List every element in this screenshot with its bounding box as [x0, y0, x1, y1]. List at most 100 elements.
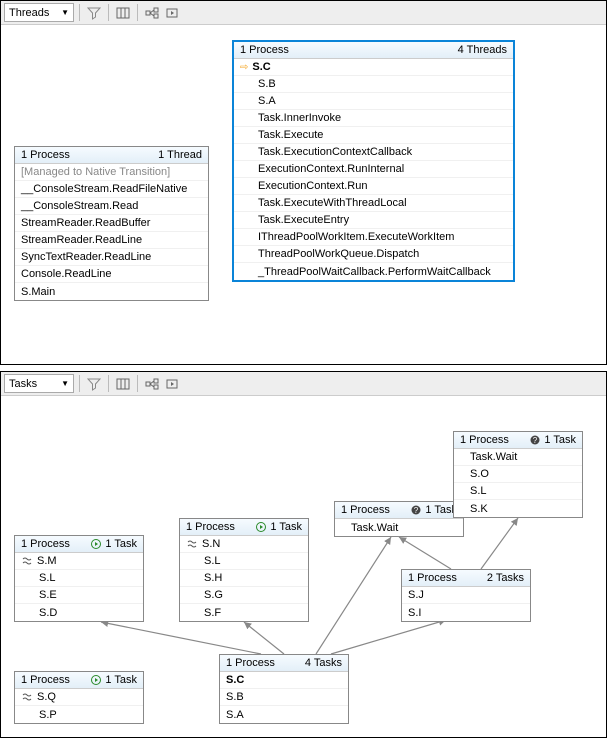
thread-count: 4 Threads [458, 44, 507, 56]
expand-icon[interactable] [163, 4, 181, 22]
task-count: 1 Task [544, 434, 576, 446]
stack-frame: [Managed to Native Transition] [15, 164, 208, 181]
process-count: 1 Process [21, 538, 70, 550]
task-block-sc-sb-sa[interactable]: 1 Process 4 Tasks S.C S.B S.A [219, 654, 349, 724]
expand-icon[interactable] [163, 375, 181, 393]
stack-frame: S.K [454, 500, 582, 517]
dropdown-label: Threads [9, 7, 49, 19]
thread-count: 1 Thread [158, 149, 202, 161]
tasks-panel: Tasks ▼ [0, 371, 607, 738]
threads-panel: Threads ▼ 1 Process 1 Thread [Managed to… [0, 0, 607, 365]
block-header: 1 Process ? 1 Task [454, 432, 582, 449]
stack-frame: S.E [15, 587, 143, 604]
stack-frame: S.L [180, 553, 308, 570]
process-count: 1 Process [226, 657, 275, 669]
running-icon [255, 521, 267, 533]
stack-body: S.C S.B S.A [220, 672, 348, 723]
stack-frame: __ConsoleStream.Read [15, 198, 208, 215]
columns-icon[interactable] [114, 375, 132, 393]
stack-frame: S.Main [15, 283, 208, 300]
process-count: 1 Process [186, 521, 235, 533]
graph-icon[interactable] [143, 375, 161, 393]
task-block-sn-sl-sh-sg-sf[interactable]: 1 Process 1 Task S.N S.L S.H S.G S.F [179, 518, 309, 622]
separator [79, 375, 80, 392]
task-count: 2 Tasks [487, 572, 524, 584]
block-header: 1 Process 4 Tasks [220, 655, 348, 672]
task-block-sm-sl-se-sd[interactable]: 1 Process 1 Task S.M S.L S.E S.D [14, 535, 144, 622]
stack-frame: S.A [234, 93, 513, 110]
stack-frame: S.B [220, 689, 348, 706]
stack-frame: S.O [454, 466, 582, 483]
stack-frame: Task.Wait [454, 449, 582, 466]
tasks-canvas: 1 Process 1 Task S.M S.L S.E S.D 1 Proce… [1, 396, 606, 737]
separator [108, 4, 109, 21]
stack-frame: S.L [454, 483, 582, 500]
tasks-toolbar: Tasks ▼ [1, 372, 606, 396]
process-count: 1 Process [240, 44, 289, 56]
columns-icon[interactable] [114, 4, 132, 22]
task-block-taskwait-1[interactable]: 1 Process ? 1 Task Task.Wait [334, 501, 464, 537]
stack-body: Task.Wait S.O S.L S.K [454, 449, 582, 517]
stack-frame: Console.ReadLine [15, 266, 208, 283]
stack-frame: S.F [180, 604, 308, 621]
stack-frame: S.Q [15, 689, 143, 706]
stack-frame: S.N [180, 536, 308, 553]
stack-frame: Task.ExecuteWithThreadLocal [234, 195, 513, 212]
stack-frame: S.L [15, 570, 143, 587]
dropdown-label: Tasks [9, 378, 37, 390]
svg-text:?: ? [533, 436, 538, 445]
stack-frame: S.M [15, 553, 143, 570]
stack-frame: StreamReader.ReadLine [15, 232, 208, 249]
threads-toolbar: Threads ▼ [1, 1, 606, 25]
view-dropdown[interactable]: Threads ▼ [4, 3, 74, 22]
threads-icon [21, 691, 33, 703]
stack-frame: ThreadPoolWorkQueue.Dispatch [234, 246, 513, 263]
stack-body: S.N S.L S.H S.G S.F [180, 536, 308, 621]
stack-frame-current: ⇨ S.C [234, 59, 513, 76]
stack-frame: StreamReader.ReadBuffer [15, 215, 208, 232]
task-block-sj-si[interactable]: 1 Process 2 Tasks S.J S.I [401, 569, 531, 622]
stack-frame: Task.ExecutionContextCallback [234, 144, 513, 161]
stack-frame: _ThreadPoolWaitCallback.PerformWaitCallb… [234, 263, 513, 280]
block-header: 1 Process 1 Task [15, 672, 143, 689]
thread-stack-block-1[interactable]: 1 Process 1 Thread [Managed to Native Tr… [14, 146, 209, 301]
chevron-down-icon: ▼ [61, 8, 69, 17]
separator [137, 4, 138, 21]
stack-body: [Managed to Native Transition] __Console… [15, 164, 208, 300]
waiting-icon: ? [529, 434, 541, 446]
task-block-sq-sp[interactable]: 1 Process 1 Task S.Q S.P [14, 671, 144, 724]
threads-icon [21, 555, 33, 567]
process-count: 1 Process [341, 504, 390, 516]
stack-frame: Task.Wait [335, 519, 463, 536]
chevron-down-icon: ▼ [61, 379, 69, 388]
separator [79, 4, 80, 21]
stack-frame: __ConsoleStream.ReadFileNative [15, 181, 208, 198]
stack-frame: ExecutionContext.RunInternal [234, 161, 513, 178]
stack-frame: IThreadPoolWorkItem.ExecuteWorkItem [234, 229, 513, 246]
stack-frame: ExecutionContext.Run [234, 178, 513, 195]
running-icon [90, 538, 102, 550]
task-count: 1 Task [270, 521, 302, 533]
separator [108, 375, 109, 392]
stack-frame: S.H [180, 570, 308, 587]
view-dropdown[interactable]: Tasks ▼ [4, 374, 74, 393]
stack-frame: S.J [402, 587, 530, 604]
process-count: 1 Process [21, 149, 70, 161]
stack-frame: Task.InnerInvoke [234, 110, 513, 127]
process-count: 1 Process [21, 674, 70, 686]
stack-body: S.J S.I [402, 587, 530, 621]
process-count: 1 Process [408, 572, 457, 584]
stack-frame: Task.Execute [234, 127, 513, 144]
task-block-taskwait-so-sl-sk[interactable]: 1 Process ? 1 Task Task.Wait S.O S.L S.K [453, 431, 583, 518]
block-header: 1 Process 1 Task [180, 519, 308, 536]
running-icon [90, 674, 102, 686]
stack-body: ⇨ S.C S.B S.A Task.InnerInvoke Task.Exec… [234, 59, 513, 280]
block-header: 1 Process ? 1 Task [335, 502, 463, 519]
current-frame-arrow-icon: ⇨ [240, 62, 248, 73]
stack-frame: S.P [15, 706, 143, 723]
thread-stack-block-2[interactable]: 1 Process 4 Threads ⇨ S.C S.B S.A Task.I… [232, 40, 515, 282]
filter-icon[interactable] [85, 4, 103, 22]
filter-icon[interactable] [85, 375, 103, 393]
stack-frame: S.D [15, 604, 143, 621]
graph-icon[interactable] [143, 4, 161, 22]
